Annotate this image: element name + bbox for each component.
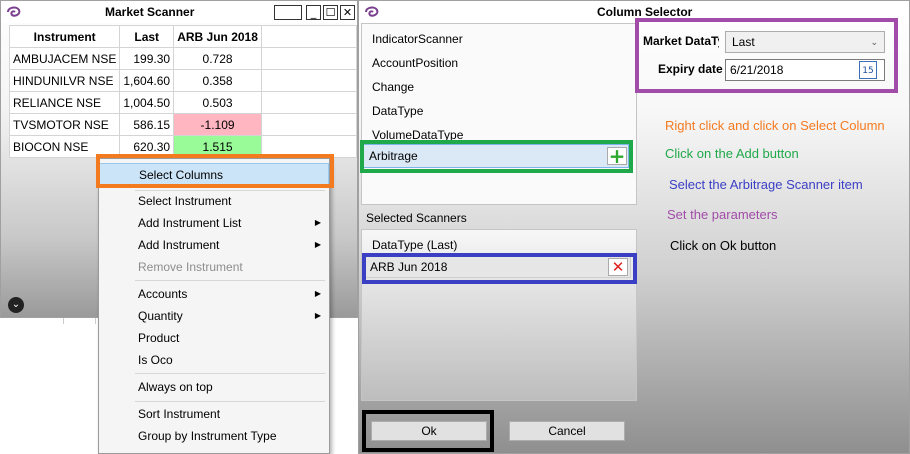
column-divider — [0, 318, 64, 324]
table-row[interactable]: AMBUJACEM NSE 199.30 0.728 — [8, 47, 357, 70]
maximize-button[interactable]: ☐ — [323, 5, 338, 20]
cell-arb: 0.358 — [173, 69, 263, 92]
submenu-arrow-icon: ▶ — [314, 240, 321, 249]
instruction-step-2: Click on the Add button — [665, 146, 799, 161]
list-item[interactable]: Change — [372, 80, 414, 94]
cell-instrument: AMBUJACEM NSE — [8, 47, 121, 70]
menu-item-add-instrument-list[interactable]: Add Instrument List ▶ — [99, 212, 329, 234]
close-button[interactable]: ✕ — [340, 5, 355, 20]
cell-last: 199.30 — [119, 47, 175, 70]
menu-item-label: Quantity — [138, 309, 183, 323]
menu-item-label: Accounts — [138, 287, 188, 301]
list-item[interactable]: DataType — [372, 104, 423, 118]
submenu-arrow-icon: ▶ — [314, 218, 321, 227]
menu-separator — [135, 280, 325, 281]
table-row[interactable]: HINDUNILVR NSE 1,604.60 0.358 — [8, 69, 357, 92]
cell-last: 1,604.60 — [119, 69, 175, 92]
menu-item-accounts[interactable]: Accounts ▶ — [99, 283, 329, 305]
cell-instrument: HINDUNILVR NSE — [8, 69, 121, 92]
market-scanner-title: Market Scanner — [105, 5, 195, 19]
column-divider — [64, 318, 96, 324]
menu-item-product[interactable]: Product — [99, 327, 329, 349]
menu-item-remove-instrument: Remove Instrument — [99, 256, 329, 278]
cell-last: 1,004.50 — [119, 91, 175, 114]
app-logo-icon — [365, 6, 379, 17]
highlight-frame-blue — [362, 253, 637, 284]
instruction-step-3: Select the Arbitrage Scanner item — [669, 177, 863, 192]
title-field[interactable] — [274, 5, 302, 20]
cell-empty — [261, 47, 357, 70]
cell-arb: -1.109 — [173, 113, 263, 136]
menu-separator — [135, 373, 325, 374]
menu-item-always-on-top[interactable]: Always on top — [99, 376, 329, 398]
cell-empty — [261, 113, 357, 136]
market-scanner-titlebar: Market Scanner _ ☐ ✕ — [1, 1, 357, 23]
cancel-button[interactable]: Cancel — [509, 421, 625, 441]
instruction-step-4: Set the parameters — [667, 207, 778, 222]
grid-header-row: Instrument Last ARB Jun 2018 — [8, 25, 357, 48]
menu-item-sort-instrument[interactable]: Sort Instrument — [99, 403, 329, 425]
available-scanners-list[interactable]: IndicatorScanner AccountPosition Change … — [361, 23, 637, 205]
menu-item-label: Remove Instrument — [138, 260, 243, 274]
menu-item-group-by-instrument-type[interactable]: Group by Instrument Type — [99, 425, 329, 447]
context-menu: Select Columns Select Instrument Add Ins… — [98, 158, 330, 454]
menu-item-add-instrument[interactable]: Add Instrument ▶ — [99, 234, 329, 256]
list-item[interactable]: IndicatorScanner — [372, 32, 463, 46]
table-row[interactable]: TVSMOTOR NSE 586.15 -1.109 — [8, 113, 357, 136]
column-header-empty — [261, 25, 357, 48]
menu-item-label: Is Oco — [138, 353, 173, 367]
instruction-step-5: Click on Ok button — [670, 238, 777, 253]
cell-empty — [261, 91, 357, 114]
cell-empty — [261, 69, 357, 92]
list-item[interactable]: AccountPosition — [372, 56, 458, 70]
submenu-arrow-icon: ▶ — [314, 289, 321, 298]
menu-item-label: Group by Instrument Type — [138, 429, 277, 443]
submenu-arrow-icon: ▶ — [314, 311, 321, 320]
column-header-instrument[interactable]: Instrument — [8, 25, 121, 48]
menu-item-label: Product — [138, 331, 180, 345]
highlight-frame-purple — [635, 18, 898, 93]
menu-item-label: Add Instrument List — [138, 216, 242, 230]
highlight-frame-green — [360, 140, 633, 173]
highlight-frame-black — [362, 410, 494, 452]
cell-arb: 0.503 — [173, 91, 263, 114]
menu-separator — [135, 401, 325, 402]
cell-arb: 0.728 — [173, 47, 263, 70]
chevron-down-icon[interactable]: ⌄ — [8, 297, 24, 313]
menu-item-label: Add Instrument — [138, 238, 220, 252]
minimize-button[interactable]: _ — [306, 5, 321, 20]
menu-item-label: Sort Instrument — [138, 407, 221, 421]
column-header-arb[interactable]: ARB Jun 2018 — [173, 25, 263, 48]
scanner-grid: Instrument Last ARB Jun 2018 AMBUJACEM N… — [8, 25, 357, 158]
instruction-step-1: Right click and click on Select Column — [665, 118, 885, 133]
menu-item-label: Select Instrument — [138, 194, 232, 208]
menu-item-label: Always on top — [138, 380, 213, 394]
menu-item-quantity[interactable]: Quantity ▶ — [99, 305, 329, 327]
highlight-frame-orange — [96, 154, 334, 188]
menu-item-is-oco[interactable]: Is Oco — [99, 349, 329, 371]
table-row[interactable]: RELIANCE NSE 1,004.50 0.503 — [8, 91, 357, 114]
app-logo-icon — [7, 6, 21, 17]
cell-instrument: RELIANCE NSE — [8, 91, 121, 114]
list-item[interactable]: DataType (Last) — [372, 238, 457, 252]
cell-instrument: TVSMOTOR NSE — [8, 113, 121, 136]
selected-scanners-label: Selected Scanners — [366, 211, 467, 225]
menu-item-select-instrument[interactable]: Select Instrument — [99, 190, 329, 212]
column-header-last[interactable]: Last — [119, 25, 175, 48]
column-selector-title: Column Selector — [597, 5, 693, 19]
cell-last: 586.15 — [119, 113, 175, 136]
